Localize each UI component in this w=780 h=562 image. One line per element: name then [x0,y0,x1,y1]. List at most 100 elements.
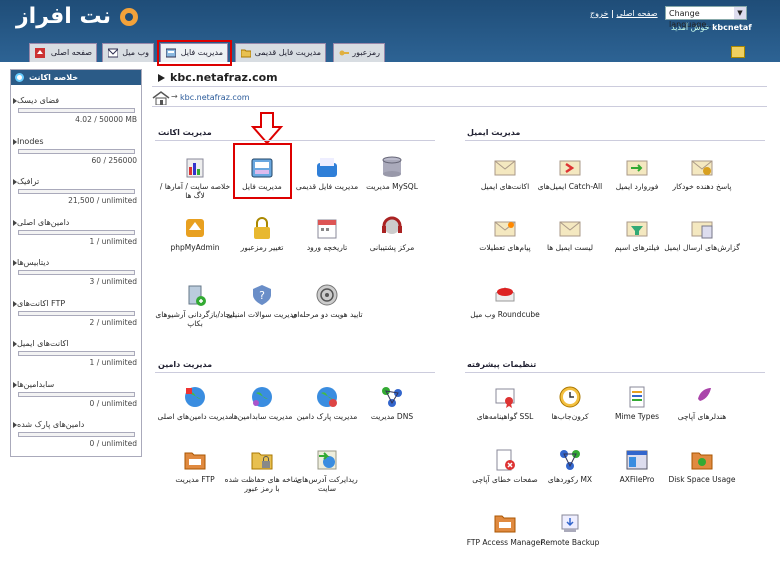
ssl-certificates[interactable]: گواهینامه‌های SSL [465,385,545,421]
ftp-access-manager[interactable]: FTP Access Manager [465,511,545,547]
home-link[interactable]: صفحه اصلی [616,9,657,18]
folder-lock-icon [250,448,274,472]
window-icon [625,448,649,472]
backup-icon [183,283,207,307]
mail-icon [108,48,118,58]
usage-bar [18,148,135,154]
stat-ftp-accounts: اکانت‌های FTP 2 / unlimited [11,288,141,329]
logout-link[interactable]: خروج [590,9,608,18]
section-title-domain: مدیریت دامین [158,360,213,369]
logo-mark-icon [120,8,138,26]
page-title: kbc.netafraz.com [170,71,278,84]
usage-bar [18,108,135,113]
tab-webmail[interactable]: وب میل [102,43,154,62]
stat-domains: دامین‌های اصلی 1 / unlimited [11,207,141,248]
headset-icon [380,216,404,240]
stat-value: 1 / unlimited [89,358,137,367]
shield-question-icon: ? [250,283,274,307]
tab-password-label: رمزعبور [352,48,380,57]
stat-label: Inodes [13,136,44,146]
apache-error-pages[interactable]: صفحات خطای آپاچی [465,448,545,484]
roundcube-webmail[interactable]: وب میل Roundcube [465,283,545,319]
account-summary-panel: خلاصه اکانت فضای دیسک 4.02 / 50000 MB In… [10,69,142,457]
usage-bar [18,391,135,397]
section-title-email: مدیریت ایمیل [467,128,521,137]
usage-bar [18,351,135,356]
tab-home[interactable]: صفحه اصلی [29,43,97,62]
folder-ftp-icon [183,448,207,472]
tab-old-file-manager[interactable]: مدیریت فایل قدیمی [235,43,326,62]
fingerprint-icon [315,283,339,307]
roundcube-icon [493,283,517,307]
dns-network-icon [380,385,404,409]
stat-databases: دیتابیس‌ها 3 / unlimited [11,247,141,288]
mail-vacation-icon [493,216,517,240]
mail-icon [493,155,517,179]
icon-label: ایجاد/بازگردانی آرشیوهای بکاپ [155,310,235,328]
icon-label: FTP Access Manager [466,538,544,547]
notification-mail-icon[interactable] [731,46,745,58]
mail-report-icon [690,216,714,240]
stat-parked-domains: دامین‌های پارک شده 0 / unlimited [11,409,141,450]
section-divider [465,372,765,373]
usage-bar [18,189,135,194]
backup-archives[interactable]: ایجاد/بازگردانی آرشیوهای بکاپ [155,283,235,328]
vacation-messages[interactable]: پیام‌های تعطیلات [465,216,545,252]
globe-main-icon [183,385,207,409]
main-domains[interactable]: مدیریت دامین‌های اصلی [155,385,235,421]
stat-inodes: Inodes 60 / 256000 [11,126,141,167]
icon-label: گواهینامه‌های SSL [476,412,534,421]
usage-bar [18,432,135,437]
key-icon [339,50,349,56]
usage-bar [18,270,135,275]
stat-disk: فضای دیسک 4.02 / 50000 MB [11,85,141,126]
language-select[interactable]: Change language... ▼ [665,6,747,29]
calendar-icon [315,216,339,240]
tab-webmail-label: وب میل [122,48,149,57]
backup-drive-icon [558,511,582,535]
stat-label: اکانت‌های ایمیل [13,339,69,348]
email-accounts[interactable]: اکانت‌های ایمیل [465,155,545,191]
icon-label: وب میل Roundcube [470,310,540,319]
stat-value: 3 / unlimited [89,277,137,286]
account-summary-title: خلاصه اکانت [11,70,141,85]
logo-text: نت افراز [16,4,112,29]
home-icon[interactable] [152,91,170,105]
main-tabs: صفحه اصلی وب میل مدیریت فایل مدیریت فایل… [0,43,780,63]
redirect-icon [315,448,339,472]
certificate-icon [493,385,517,409]
tab-password[interactable]: رمزعبور [333,43,385,62]
stat-traffic: ترافیک 21,500 / unlimited [11,166,141,207]
folder-disk-icon [690,448,714,472]
chevron-down-icon: ▼ [734,7,746,19]
mail-catchall-icon [558,155,582,179]
mail-forward-icon [625,155,649,179]
section-divider [465,140,765,141]
stats-icon [183,155,207,179]
file-box-icon [315,155,339,179]
apache-feather-icon [690,385,714,409]
document-icon [625,385,649,409]
stat-label: اکانت‌های FTP [12,298,66,308]
highlight-box-tab [157,40,232,66]
section-title-account: مدیریت اکانت [158,128,212,137]
account-summary-title-text: خلاصه اکانت [29,73,79,82]
folder-ftp-icon [493,511,517,535]
svg-text:?: ? [259,289,265,302]
stat-value: 0 / unlimited [89,398,137,408]
icon-label: پیام‌های تعطیلات [479,243,531,252]
icon-label: مدیریت دامین‌های اصلی [157,412,233,421]
globe-icon [250,385,274,409]
tab-old-file-manager-label: مدیریت فایل قدیمی [254,48,321,57]
phpmyadmin[interactable]: phpMyAdmin [155,216,235,252]
mail-list-icon [558,216,582,240]
logo[interactable]: نت افراز [16,4,144,36]
globe-park-icon [315,385,339,409]
mail-filter-icon [625,216,649,240]
section-title-advanced: تنظیمات پیشرفته [467,360,537,369]
welcome-text: خوش آمدید kbcnetaf [671,23,752,32]
ftp-management[interactable]: مدیریت FTP [155,448,235,484]
site-stats[interactable]: خلاصه سایت / آمارها / لاگ ها [155,155,235,200]
breadcrumb-link[interactable]: kbc.netafraz.com [180,93,250,102]
clock-icon [558,385,582,409]
